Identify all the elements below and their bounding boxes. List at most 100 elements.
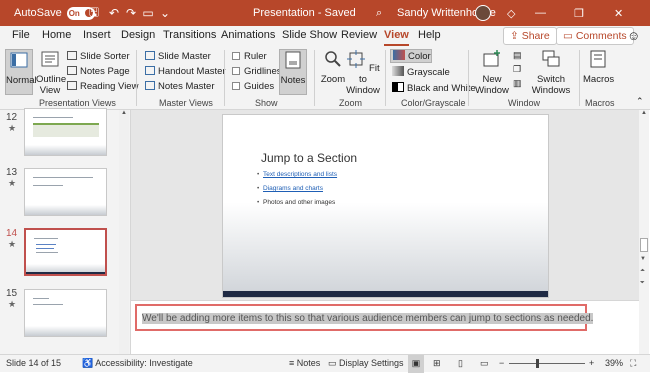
- scroll-up-icon[interactable]: ▲: [119, 110, 129, 116]
- slide-bullet-link[interactable]: Diagrams and charts: [257, 185, 323, 192]
- group-master-views: Master Views: [159, 98, 213, 108]
- tab-insert[interactable]: Insert: [83, 26, 111, 46]
- slide-thumbnail-13[interactable]: [24, 168, 107, 216]
- slide-bullet[interactable]: Photos and other images: [257, 199, 335, 206]
- scroll-up-icon[interactable]: ▲: [639, 110, 649, 116]
- slide-master-icon: [145, 51, 155, 60]
- comment-icon: ▭: [563, 30, 576, 42]
- cascade-icon[interactable]: ❐: [513, 64, 521, 75]
- minimize-icon[interactable]: —: [535, 0, 546, 26]
- grayscale-button[interactable]: Grayscale: [392, 66, 450, 78]
- reading-view-button[interactable]: Reading View: [67, 81, 138, 92]
- display-settings-button[interactable]: ▭ Display Settings: [328, 355, 404, 373]
- scroll-down-icon[interactable]: ▼: [640, 256, 646, 262]
- group-color-grayscale: Color/Grayscale: [401, 98, 466, 108]
- scroll-thumb[interactable]: [640, 238, 648, 252]
- zoom-level[interactable]: 39%: [605, 355, 623, 373]
- notes-text-highlight-box[interactable]: We'll be adding more items to this so th…: [135, 304, 594, 331]
- collapse-ribbon-icon[interactable]: ⌃: [636, 96, 644, 107]
- diamond-icon[interactable]: ◇: [507, 0, 515, 26]
- present-icon[interactable]: ▭: [138, 6, 158, 20]
- avatar[interactable]: [475, 5, 491, 21]
- color-button[interactable]: Color: [390, 49, 432, 63]
- customize-qat-icon[interactable]: ⌄: [158, 6, 172, 20]
- notes-status-button[interactable]: ≡ Notes: [289, 355, 320, 373]
- outline-view-button[interactable]: Outline View: [36, 49, 66, 96]
- slide-bullet-link[interactable]: Text descriptions and lists: [257, 171, 337, 178]
- notes-page-button[interactable]: Notes Page: [67, 66, 130, 77]
- current-slide[interactable]: Jump to a Section Text descriptions and …: [222, 114, 549, 298]
- tab-animations[interactable]: Animations: [221, 26, 275, 46]
- accessibility-status[interactable]: ♿ Accessibility: Investigate: [82, 355, 193, 373]
- comments-button[interactable]: ▭ Comments: [556, 27, 634, 45]
- zoom-button[interactable]: Zoom: [320, 49, 346, 85]
- tab-transitions[interactable]: Transitions: [163, 26, 216, 46]
- arrange-all-icon[interactable]: ▤: [513, 50, 522, 61]
- share-button[interactable]: ⇪ Share: [503, 27, 557, 45]
- feedback-smiley-icon[interactable]: ☺: [627, 26, 640, 46]
- slide-scrollbar[interactable]: ▲ ▼ ⏶ ⏷: [639, 110, 649, 354]
- document-title: Presentation - Saved: [253, 7, 356, 19]
- slide-thumbnail-15[interactable]: [24, 289, 107, 337]
- switch-windows-button[interactable]: Switch Windows: [530, 49, 572, 96]
- notes-text[interactable]: We'll be adding more items to this so th…: [142, 313, 594, 324]
- slideshow-status-icon[interactable]: ▭: [480, 355, 489, 373]
- magnifier-icon: [325, 51, 341, 67]
- slide-master-button[interactable]: Slide Master: [145, 51, 211, 62]
- black-white-button[interactable]: Black and White: [392, 82, 476, 94]
- previous-slide-icon[interactable]: ⏶: [640, 268, 645, 275]
- handout-master-button[interactable]: Handout Master: [145, 66, 226, 77]
- fit-to-window-button[interactable]: Fit to Window: [346, 49, 380, 96]
- guides-checkbox[interactable]: Guides: [232, 81, 274, 92]
- slide-thumbnail-12[interactable]: [24, 108, 107, 156]
- group-show: Show: [255, 98, 278, 108]
- search-icon[interactable]: ⌕: [376, 0, 382, 26]
- tab-help[interactable]: Help: [418, 26, 441, 46]
- macros-icon: [590, 50, 606, 68]
- tab-slide-show[interactable]: Slide Show: [282, 26, 337, 46]
- zoom-in-button[interactable]: +: [589, 355, 594, 373]
- next-slide-icon[interactable]: ⏷: [640, 280, 645, 287]
- thumbnails-scrollbar[interactable]: ▲: [119, 110, 129, 354]
- slide-thumbnails-pane: 12 ★ 13 ★ 14 ★ 15 ★: [0, 108, 131, 354]
- undo-icon[interactable]: ↶: [104, 6, 124, 20]
- zoom-slider-thumb[interactable]: [536, 359, 539, 368]
- reading-view-status-icon[interactable]: ▯: [458, 355, 463, 373]
- ruler-checkbox[interactable]: Ruler: [232, 51, 267, 62]
- thumb-number-13: 13: [6, 167, 18, 178]
- save-icon[interactable]: 🖫: [84, 3, 104, 24]
- thumb-number-14: 14: [6, 228, 18, 239]
- restore-icon[interactable]: ❐: [574, 0, 584, 26]
- slide-sorter-button[interactable]: Slide Sorter: [67, 51, 130, 62]
- new-window-button[interactable]: New Window: [474, 49, 510, 96]
- autosave[interactable]: AutoSave On: [14, 0, 95, 26]
- notes-pane: We'll be adding more items to this so th…: [131, 300, 639, 354]
- display-icon: ▭: [328, 358, 340, 368]
- tab-home[interactable]: Home: [42, 26, 71, 46]
- normal-view-status-icon[interactable]: ▣: [408, 355, 424, 373]
- tab-file[interactable]: File: [12, 26, 30, 46]
- normal-view-button[interactable]: Normal: [5, 49, 37, 95]
- tab-view[interactable]: View: [384, 26, 409, 46]
- grayscale-icon: [392, 66, 404, 76]
- zoom-slider[interactable]: [509, 363, 585, 364]
- slide-title[interactable]: Jump to a Section: [261, 151, 357, 165]
- redo-icon[interactable]: ↷: [124, 6, 138, 20]
- fit-slide-icon[interactable]: ⛶: [630, 355, 636, 373]
- zoom-out-button[interactable]: −: [499, 355, 504, 373]
- slide-sorter-status-icon[interactable]: ⊞: [433, 355, 441, 373]
- gridlines-checkbox[interactable]: Gridlines: [232, 66, 282, 77]
- tab-design[interactable]: Design: [121, 26, 155, 46]
- close-icon[interactable]: ✕: [614, 0, 623, 26]
- autosave-label: AutoSave: [14, 7, 62, 19]
- move-split-icon[interactable]: ▥: [513, 78, 522, 89]
- notes-icon: [285, 51, 301, 69]
- notes-toggle-button[interactable]: Notes: [279, 49, 307, 95]
- group-macros: Macros: [585, 98, 615, 108]
- black-white-icon: [392, 82, 404, 92]
- tab-review[interactable]: Review: [341, 26, 377, 46]
- notes-master-button[interactable]: Notes Master: [145, 81, 215, 92]
- thumb-number-12: 12: [6, 112, 18, 123]
- macros-button[interactable]: Macros: [583, 49, 614, 85]
- slide-thumbnail-14-selected[interactable]: [24, 228, 107, 276]
